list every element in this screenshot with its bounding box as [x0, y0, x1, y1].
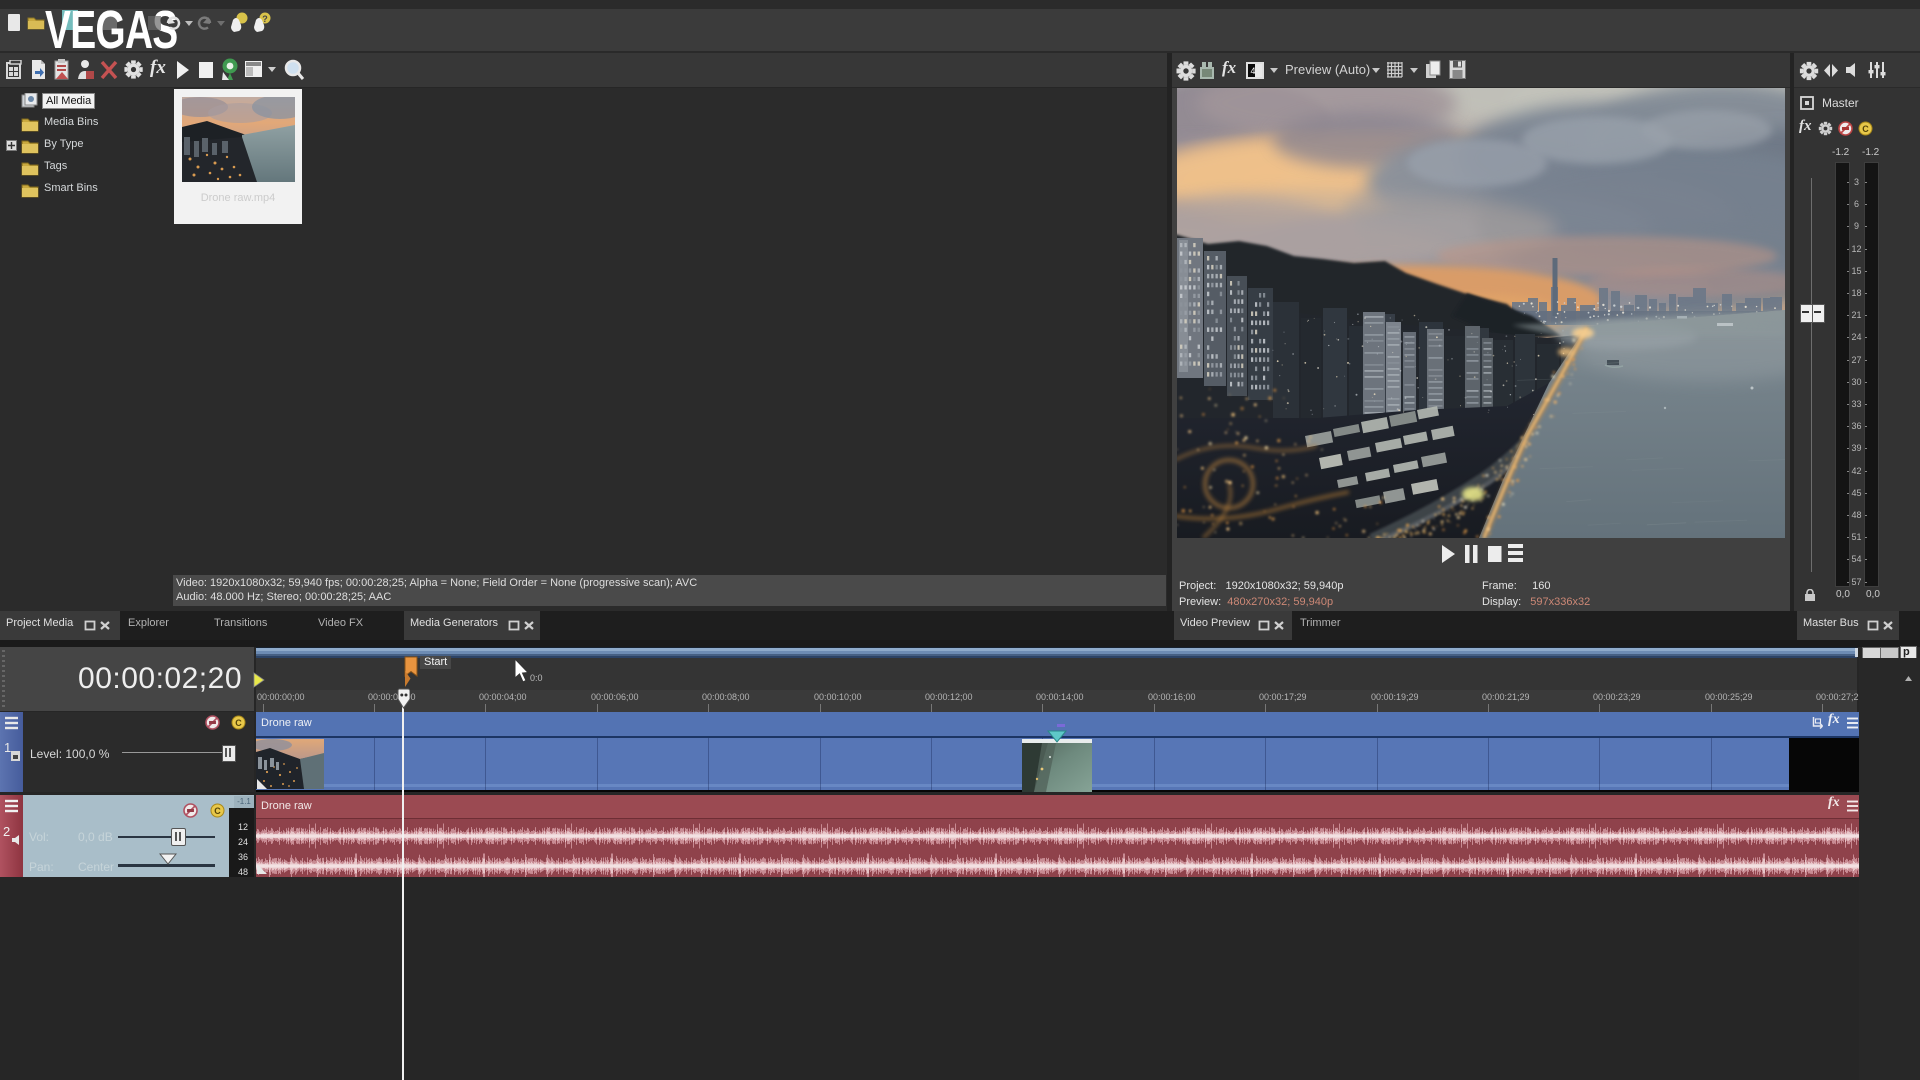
svg-text:4: 4: [1251, 66, 1256, 76]
svg-text:?: ?: [262, 14, 268, 24]
svg-text:C: C: [1862, 124, 1869, 134]
svg-text:C: C: [214, 806, 221, 816]
svg-text:C: C: [235, 718, 242, 728]
